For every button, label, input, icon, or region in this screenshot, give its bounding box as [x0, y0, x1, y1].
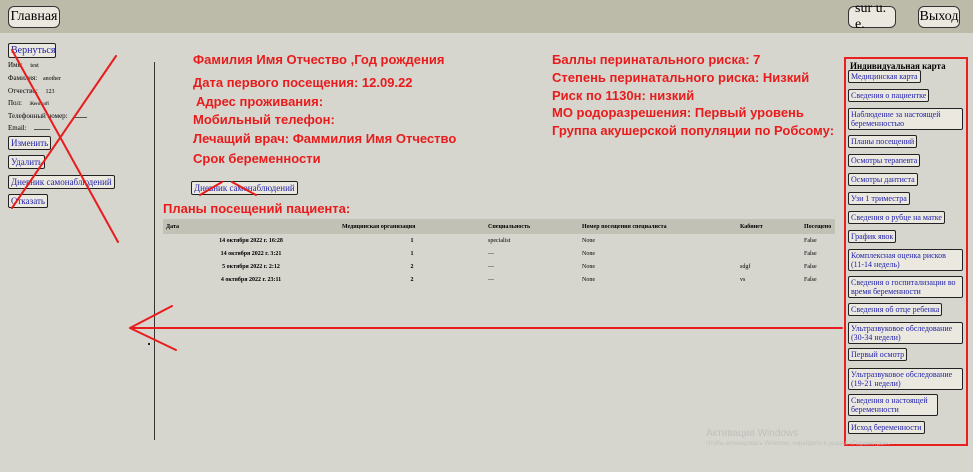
cell-org: 1	[410, 237, 414, 244]
field-value: test	[30, 63, 39, 69]
cell-specialty: —	[488, 250, 494, 257]
table-header-row: Дата Медицинская организация Специальнос…	[163, 219, 835, 234]
arrow-head-lower	[129, 327, 177, 351]
column-header: Медицинская организация	[339, 219, 485, 234]
cell-date: 4 октября 2022 г. 23:11	[220, 276, 282, 283]
column-header: Специальность	[485, 219, 579, 234]
perinatal-risk-degree: Степень перинатального риска: Низкий	[552, 70, 810, 85]
delete-button[interactable]: Удалить	[8, 155, 46, 169]
diary-button[interactable]: Дневник самонаблюдений	[191, 181, 298, 195]
cell-org: 2	[410, 276, 414, 283]
field-email: Email:	[8, 124, 51, 132]
cell-cabinet: vs	[740, 276, 746, 283]
cell-visit-number: None	[582, 250, 595, 257]
card-link-attendance-schedule[interactable]: График явок	[848, 230, 897, 243]
card-link-dentist-exams[interactable]: Осмотры дантиста	[848, 173, 918, 186]
table-row[interactable]: 4 октября 2022 г. 23:11 2 — None vs Fals…	[163, 273, 835, 286]
card-link-first-exam[interactable]: Первый осмотр	[848, 348, 908, 361]
cell-visited: False	[804, 276, 817, 283]
cell-cabinet: sdgf	[740, 263, 751, 270]
field-last-name: Фамилия: another	[8, 74, 61, 82]
field-label: Телефонный номер:	[8, 112, 68, 120]
field-value: another	[42, 76, 61, 82]
self-observation-diary-button[interactable]: Дневник самонаблюдений	[8, 175, 115, 189]
field-value: 123	[45, 89, 55, 95]
cell-visit-number: None	[582, 263, 595, 270]
robson-group: Группа акушерской популяции по Робсому:	[552, 123, 835, 138]
column-header: Номер посещения специалиста	[579, 219, 737, 234]
card-link-ultrasound-30-34[interactable]: Ультразвуковое обследование (30-34 недел…	[848, 322, 963, 344]
cell-visited: False	[804, 250, 817, 257]
sidebar-divider	[154, 62, 155, 440]
column-header: Кабинет	[737, 219, 801, 234]
top-bar	[0, 0, 973, 33]
cell-org: 1	[410, 250, 414, 257]
field-sex: Пол: Женский	[8, 99, 49, 107]
attending-doctor: Лечащий врач: Фаммилия Имя Отчество	[193, 131, 457, 146]
back-button[interactable]: Вернуться	[8, 43, 56, 58]
card-link-hospitalization[interactable]: Сведения о госпитализации во время берем…	[848, 276, 963, 298]
visits-table: Дата Медицинская организация Специальнос…	[163, 219, 835, 286]
table-row[interactable]: 5 октября 2022 г. 2:12 2 — None sdgf Fal…	[163, 260, 835, 273]
user-button[interactable]: sur u. e.	[848, 1, 896, 32]
field-label: Фамилия:	[8, 74, 38, 82]
field-value: Женский	[29, 102, 49, 107]
pregnancy-term: Срок беременности	[193, 151, 321, 166]
field-label: Email:	[8, 124, 27, 132]
mobile-phone: Мобильный телефон:	[193, 112, 335, 127]
field-label: Пол:	[8, 99, 22, 107]
field-label: Имя:	[8, 61, 23, 69]
home-button[interactable]: Главная	[8, 6, 60, 28]
card-link-visit-plans[interactable]: Планы посещений	[848, 135, 918, 148]
cell-visited: False	[804, 237, 817, 244]
table-row[interactable]: 14 октября 2022 г. 16:28 1 specialist No…	[163, 234, 835, 247]
stray-dot	[148, 343, 150, 345]
column-header: Дата	[163, 219, 339, 234]
field-value-empty	[34, 129, 51, 130]
field-value-empty	[73, 117, 88, 118]
cell-visit-number: None	[582, 276, 595, 283]
watermark-subtitle: Чтобы активировать Windows, перейдите в …	[706, 441, 890, 447]
risk-1130n: Риск по 1130н: низкий	[552, 88, 695, 103]
card-link-ultrasound-1st-trimester[interactable]: Узи 1 триместра	[848, 192, 910, 205]
first-visit-date: Дата первого посещения: 12.09.22	[193, 75, 413, 90]
refuse-button[interactable]: Отказать	[8, 194, 49, 208]
card-link-father-info[interactable]: Сведения об отце ребенка	[848, 303, 943, 316]
patient-name-birth-year: Фамилия Имя Отчество ,Год рождения	[193, 52, 445, 67]
cell-specialty: specialist	[488, 237, 511, 244]
card-link-current-pregnancy[interactable]: Сведения о настоящей беременности	[848, 394, 938, 416]
cell-visit-number: None	[582, 237, 595, 244]
card-link-pregnancy-observation[interactable]: Наблюдение за настоящей беременностью	[848, 108, 963, 130]
card-link-patient-info[interactable]: Сведения о пациентке	[848, 89, 930, 102]
card-link-ultrasound-19-21[interactable]: Ультразвуковое обследование (19-21 недел…	[848, 368, 963, 390]
card-link-medical-card[interactable]: Медицинская карта	[848, 70, 921, 83]
field-first-name: Имя: test	[8, 61, 39, 69]
card-link-uterine-scar[interactable]: Сведения о рубце на матке	[848, 211, 945, 224]
cell-date: 5 октября 2022 г. 2:12	[222, 263, 280, 270]
cell-cabinet	[737, 247, 801, 260]
field-phone: Телефонный номер:	[8, 112, 88, 120]
cell-cabinet	[737, 234, 801, 247]
edit-button[interactable]: Изменить	[8, 136, 52, 150]
watermark-title: Активация Windows	[706, 428, 799, 439]
card-link-risk-assessment[interactable]: Комплексная оценка рисков (11-14 недель)	[848, 249, 963, 271]
cell-specialty: —	[488, 276, 494, 283]
address: Адрес проживания:	[196, 94, 324, 109]
arrow-head-upper	[129, 305, 173, 329]
visits-title: Планы посещений пациента:	[163, 201, 351, 216]
card-link-therapist-exams[interactable]: Осмотры терапевта	[848, 154, 921, 167]
delivery-facility-level: МО родоразрешения: Первый уровень	[552, 105, 804, 120]
cell-date: 14 октября 2022 г. 3:21	[220, 250, 282, 257]
cell-org: 2	[410, 263, 414, 270]
windows-activation-watermark: Активация Windows Чтобы активировать Win…	[706, 428, 890, 447]
logout-button[interactable]: Выход	[918, 6, 960, 28]
cell-specialty: —	[488, 263, 494, 270]
cell-visited: False	[804, 263, 817, 270]
cell-date: 14 октября 2022 г. 16:28	[219, 237, 283, 244]
column-header: Посещено	[801, 219, 835, 234]
field-label: Отчество:	[8, 87, 38, 95]
perinatal-risk-score: Баллы перинатального риска: 7	[552, 52, 761, 67]
table-row[interactable]: 14 октября 2022 г. 3:21 1 — None False	[163, 247, 835, 260]
field-patronymic: Отчество: 123	[8, 87, 55, 95]
